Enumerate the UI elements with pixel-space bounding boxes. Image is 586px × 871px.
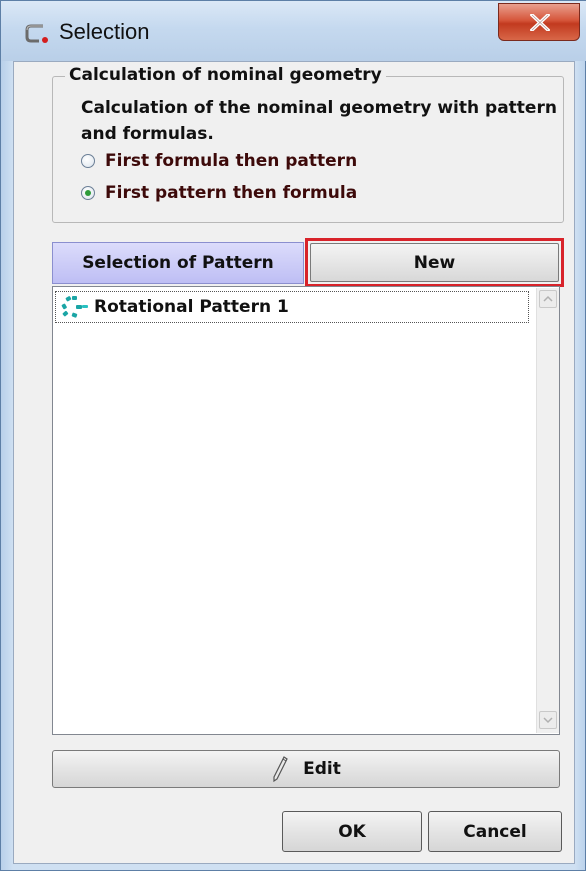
close-button[interactable] [498,3,580,41]
scroll-down-button[interactable] [539,711,557,729]
cancel-button[interactable]: Cancel [428,811,562,852]
window-title: Selection [59,19,150,44]
close-x-icon [530,14,550,31]
pattern-list[interactable]: Rotational Pattern 1 [52,286,560,735]
nominal-geometry-group: Calculation of nominal geometry Calculat… [52,65,564,223]
dialog-content: Calculation of nominal geometry Calculat… [13,61,575,864]
chevron-down-icon [543,717,553,724]
option-formula-first[interactable]: First formula then pattern [81,148,357,174]
option-label: First formula then pattern [105,151,358,171]
option-pattern-first[interactable]: First pattern then formula [81,180,357,206]
option-label: First pattern then formula [105,183,358,203]
selection-dialog: Selection Calculation of nominal geometr… [0,0,586,871]
group-description: Calculation of the nominal geometry with… [81,98,557,144]
chevron-up-icon [543,295,553,302]
tab-selection-of-pattern[interactable]: Selection of Pattern [52,242,304,284]
list-item-label: Rotational Pattern 1 [94,297,289,317]
scroll-up-button[interactable] [539,290,557,308]
vertical-scrollbar[interactable] [536,288,559,733]
title-bar[interactable]: Selection [1,1,586,61]
edit-button[interactable]: Edit [52,750,560,788]
radio-pattern-first[interactable] [81,186,95,200]
rotational-pattern-icon [61,296,88,318]
group-legend: Calculation of nominal geometry [65,65,386,85]
list-item[interactable]: Rotational Pattern 1 [55,291,529,323]
selection-app-icon [25,24,48,43]
radio-formula-first[interactable] [81,154,95,168]
new-button[interactable]: New [310,243,559,282]
edit-button-label: Edit [303,759,341,779]
ok-button[interactable]: OK [282,811,422,852]
pencil-icon [273,756,288,783]
